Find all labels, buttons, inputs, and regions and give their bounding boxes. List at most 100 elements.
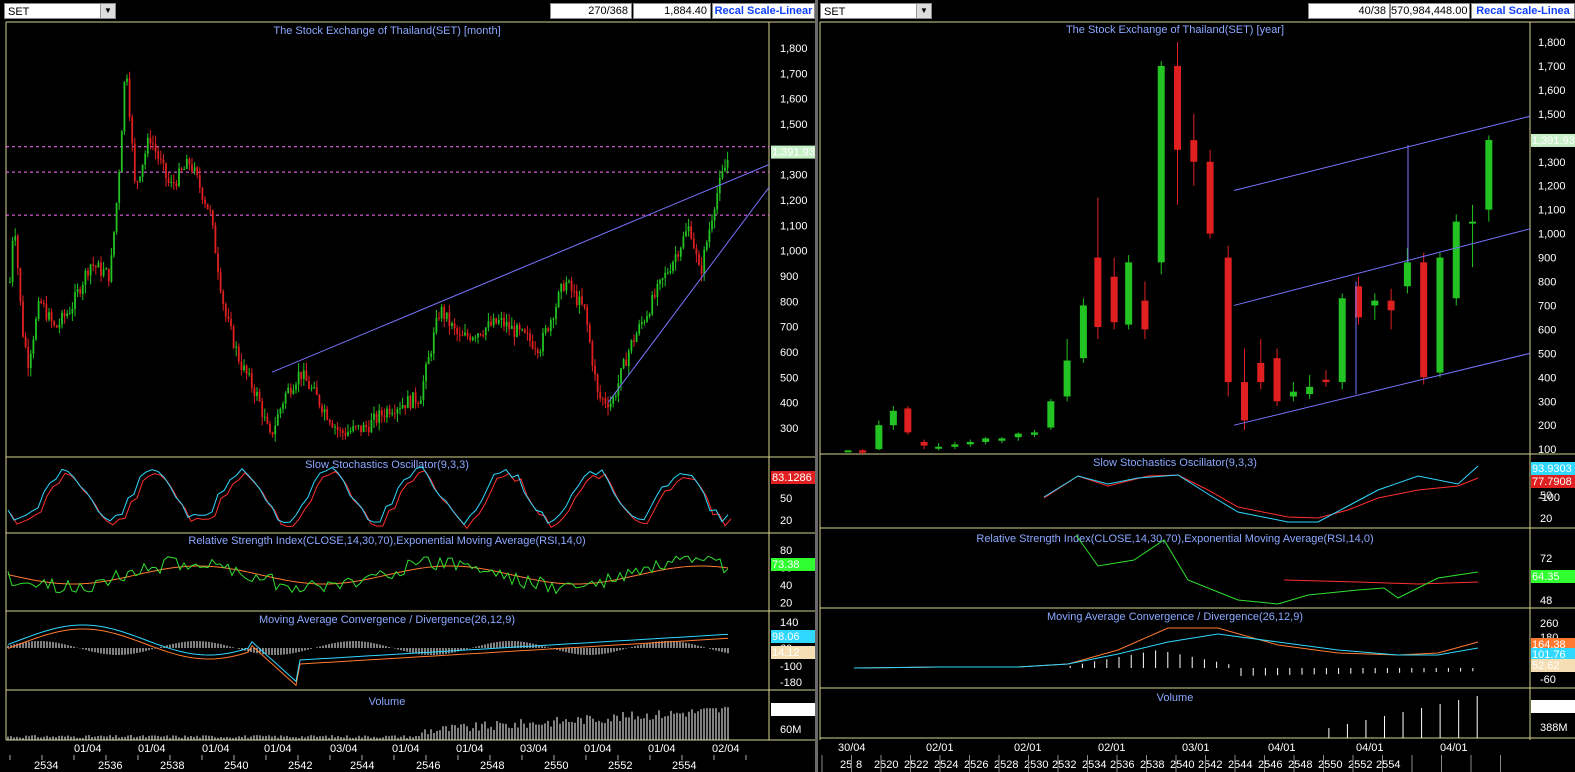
candle-body	[76, 289, 79, 293]
candle-body	[157, 151, 160, 159]
left-date-bottom: 2544	[350, 760, 374, 772]
candle-body	[456, 327, 459, 335]
candle-body	[79, 289, 82, 294]
candle-body	[256, 391, 258, 397]
right-stoch-tick: 20	[1540, 513, 1552, 525]
candle-body	[100, 262, 102, 276]
candle-body	[370, 419, 373, 433]
left-price-tick: 600	[780, 347, 798, 359]
right-stoch-badge-1: 93.9303	[1532, 463, 1572, 475]
candle-body	[490, 321, 492, 326]
candle-body	[175, 183, 178, 187]
candle-body	[323, 409, 326, 413]
candle-body	[672, 262, 674, 272]
candle-body	[313, 386, 316, 388]
right-date-top: 04/01	[1268, 742, 1296, 754]
candle-body	[604, 398, 607, 404]
candle-body	[365, 424, 368, 428]
right-price-tick: 800	[1538, 277, 1556, 289]
candle-body	[279, 408, 282, 414]
right-stoch-k	[1043, 465, 1479, 523]
left-volume-title: Volume	[369, 696, 406, 708]
candle-body	[261, 401, 264, 418]
left-price-tick: 1,700	[780, 68, 808, 80]
candle-body	[22, 301, 24, 337]
right-rsi-line	[1075, 534, 1479, 605]
year-candle-body	[1110, 276, 1118, 323]
right-rsi-title: Relative Strength Index(CLOSE,14,30,70),…	[976, 533, 1373, 545]
candle-body	[648, 314, 651, 317]
candle-body	[71, 308, 74, 314]
candle-body	[81, 284, 84, 294]
right-date-bottom: 2548	[1288, 759, 1312, 771]
channel-middle-line	[1233, 228, 1531, 306]
candle-body	[565, 281, 568, 291]
candle-body	[698, 254, 700, 266]
candle-body	[167, 178, 170, 183]
candle-body	[547, 328, 550, 332]
year-candle-body	[889, 410, 897, 426]
right-date-bottom: 2520	[874, 759, 898, 771]
year-candle-body	[1387, 300, 1395, 311]
left-chart-canvas[interactable]: 1,8001,7001,6001,5001,4001,3001,2001,100…	[0, 0, 815, 772]
left-date-bottom: 2538	[160, 760, 184, 772]
candle-body	[250, 373, 253, 388]
left-price-tick: 1,000	[780, 246, 808, 258]
candle-body	[542, 332, 544, 352]
candle-body	[700, 265, 703, 274]
left-date-top: 02/04	[712, 743, 740, 755]
left-price-tick: 1,100	[780, 220, 808, 232]
candle-body	[178, 168, 180, 187]
right-date-bottom: 2554	[1376, 759, 1400, 771]
candle-body	[573, 290, 576, 292]
candle-body	[297, 371, 300, 385]
candle-body	[445, 312, 448, 320]
candle-body	[432, 332, 435, 354]
left-rsi-tick: 40	[780, 580, 792, 592]
year-candle-body	[1403, 262, 1411, 287]
candle-body	[222, 291, 225, 305]
candle-body	[29, 353, 32, 368]
right-macd-tick: -60	[1540, 674, 1556, 686]
right-macd-title: Moving Average Convergence / Divergence(…	[1047, 611, 1303, 623]
right-date-top: 02/01	[1014, 742, 1042, 754]
year-candle-body	[1371, 300, 1379, 306]
candle-body	[336, 426, 339, 430]
candle-body	[360, 425, 362, 433]
candle-body	[230, 318, 232, 327]
candle-body	[339, 429, 342, 431]
right-date-bottom: 2550	[1318, 759, 1342, 771]
left-macd-badge-2: 14.12	[772, 647, 800, 659]
candle-body	[440, 306, 443, 319]
right-chart-canvas[interactable]: 1,8001,7001,6001,5001,4001,3001,2001,100…	[818, 0, 1575, 772]
right-price-tick: 1,700	[1538, 61, 1566, 73]
candle-body	[185, 159, 188, 169]
right-stoch-title: Slow Stochastics Oscillator(9,3,3)	[1093, 457, 1257, 469]
candle-body	[646, 316, 648, 322]
year-candle-body	[844, 450, 852, 453]
candle-body	[94, 265, 97, 268]
candle-body	[588, 324, 591, 343]
candle-body	[721, 171, 724, 178]
candle-body	[45, 304, 48, 320]
candle-body	[144, 153, 147, 165]
candle-body	[562, 283, 565, 291]
rsi-line	[7, 555, 729, 595]
candle-body	[640, 322, 643, 325]
year-candle-body	[875, 425, 883, 450]
left-rsi-badge: 73.38	[772, 559, 800, 571]
candle-body	[113, 231, 115, 256]
left-date-bottom: 2540	[224, 760, 248, 772]
right-date-top: 04/01	[1440, 742, 1468, 754]
right-price-tick: 1,500	[1538, 109, 1566, 121]
candle-body	[321, 405, 323, 413]
candle-body	[136, 181, 139, 183]
candle-body	[575, 291, 578, 306]
candle-body	[128, 78, 131, 118]
candle-body	[367, 427, 370, 433]
candle-body	[497, 320, 500, 324]
left-date-top: 01/04	[392, 743, 420, 755]
candle-body	[172, 181, 175, 184]
left-volume-badge: 191,953,4	[772, 704, 815, 716]
candle-body	[42, 302, 45, 305]
